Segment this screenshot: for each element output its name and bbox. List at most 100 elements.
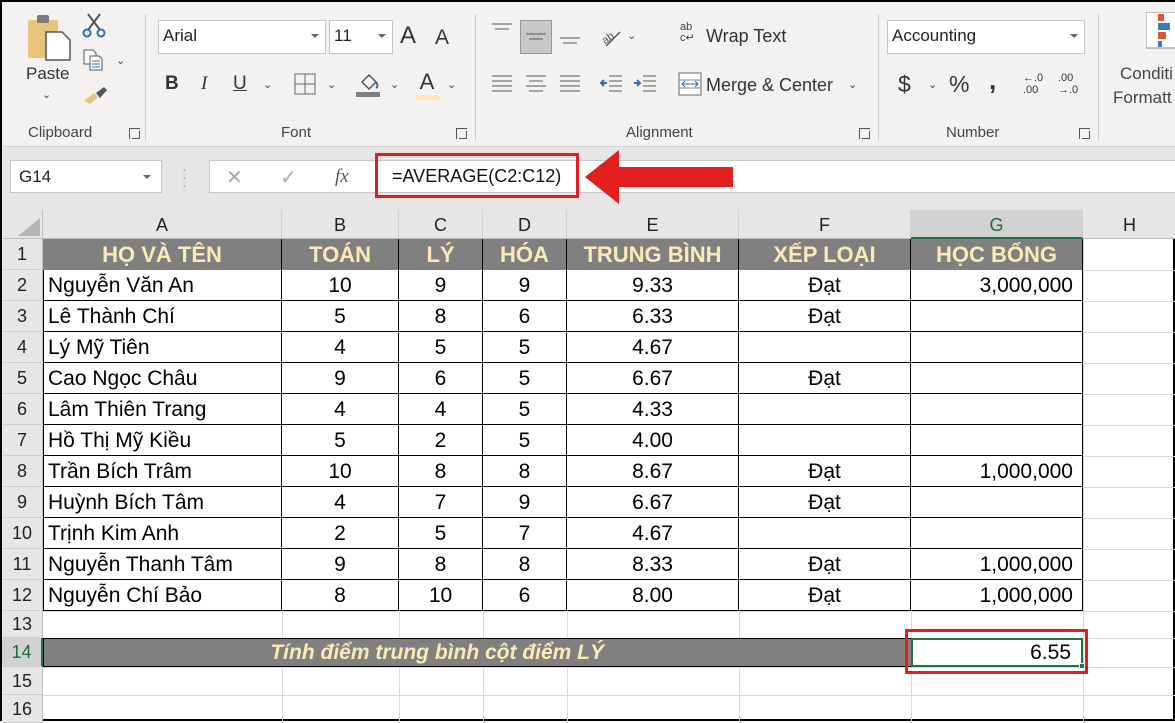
cell-F3[interactable]: Đạt [739,301,911,332]
cell-E11[interactable]: 8.33 [567,549,739,580]
cell-E12[interactable]: 8.00 [567,580,739,611]
cell-C3[interactable]: 8 [399,301,483,332]
cell-F4[interactable] [739,332,911,363]
cell-B11[interactable]: 9 [282,549,399,580]
percent-style-button[interactable]: % [949,72,969,96]
cell-E2[interactable]: 9.33 [567,270,739,301]
fill-color-icon[interactable] [356,70,382,98]
number-dialog-launcher[interactable] [1079,128,1090,139]
cancel-icon[interactable]: ✕ [226,165,243,190]
align-center-icon[interactable] [525,74,547,96]
cell-C6[interactable]: 4 [399,394,483,425]
number-format-select[interactable]: Accounting [887,20,1085,54]
cell-E9[interactable]: 6.67 [567,487,739,518]
accounting-dropdown-icon[interactable]: ⌄ [928,78,937,91]
cell-E7[interactable]: 4.00 [567,425,739,456]
cell-C12[interactable]: 10 [399,580,483,611]
font-dialog-launcher[interactable] [456,128,467,139]
copy-dropdown-icon[interactable]: ⌄ [116,54,125,67]
cell-B3[interactable]: 5 [282,301,399,332]
top-align-icon[interactable] [491,22,513,36]
alignment-dialog-launcher[interactable] [859,128,870,139]
bold-button[interactable]: B [165,72,179,96]
cell-G8[interactable]: 1,000,000 [911,456,1083,487]
enter-icon[interactable]: ✓ [280,165,297,190]
cell-B5[interactable]: 9 [282,363,399,394]
align-left-icon[interactable] [491,74,513,96]
table-header-cell[interactable]: TOÁN [282,239,399,270]
increase-decimal-button[interactable]: ←.0 .00 [1023,72,1053,96]
cell-C9[interactable]: 7 [399,487,483,518]
cut-icon[interactable] [82,12,106,38]
wrap-text-button[interactable]: ab c↵ Wrap Text [680,22,820,52]
increase-indent-icon[interactable] [633,74,657,96]
paste-button[interactable]: Paste ⌄ [20,10,80,106]
cell-E8[interactable]: 8.67 [567,456,739,487]
table-header-cell[interactable]: LÝ [399,239,483,270]
cell-F5[interactable]: Đạt [739,363,911,394]
middle-align-button[interactable] [520,20,552,54]
orientation-icon[interactable]: ab [600,26,622,48]
cell-A7[interactable]: Hồ Thị Mỹ Kiều [43,425,282,456]
font-name-select[interactable]: Arial [158,20,326,54]
clipboard-dialog-launcher[interactable] [129,128,140,139]
cell-F7[interactable] [739,425,911,456]
cell-G4[interactable] [911,332,1083,363]
cell-E3[interactable]: 6.33 [567,301,739,332]
borders-dropdown-icon[interactable]: ⌄ [327,78,336,91]
cell-A12[interactable]: Nguyễn Chí Bảo [43,580,282,611]
cell-G7[interactable] [911,425,1083,456]
row-header-14[interactable]: 14 [2,638,43,667]
cell-G11[interactable]: 1,000,000 [911,549,1083,580]
borders-icon[interactable] [294,73,316,95]
cell-F12[interactable]: Đạt [739,580,911,611]
cell-G6[interactable] [911,394,1083,425]
row-header-4[interactable]: 4 [2,332,43,363]
table-header-cell[interactable]: HỌC BỔNG [911,239,1083,270]
summary-label-cell[interactable]: Tính điểm trung bình cột điểm LÝ [43,638,911,667]
cell-B6[interactable]: 4 [282,394,399,425]
underline-button[interactable]: U [233,72,247,96]
column-header-C[interactable]: C [399,210,483,239]
comma-style-button[interactable]: , [989,67,996,93]
cell-F9[interactable]: Đạt [739,487,911,518]
row-header-16[interactable]: 16 [2,695,43,723]
cell-C2[interactable]: 9 [399,270,483,301]
row-header-7[interactable]: 7 [2,425,43,456]
cell-A9[interactable]: Huỳnh Bích Tâm [43,487,282,518]
cell-G3[interactable] [911,301,1083,332]
row-header-10[interactable]: 10 [2,518,43,549]
row-header-13[interactable]: 13 [2,611,43,638]
fill-color-dropdown-icon[interactable]: ⌄ [390,78,399,91]
cell-A5[interactable]: Cao Ngọc Châu [43,363,282,394]
table-header-cell[interactable]: HÓA [483,239,567,270]
row-header-2[interactable]: 2 [2,270,43,301]
cell-D6[interactable]: 5 [483,394,567,425]
cell-C10[interactable]: 5 [399,518,483,549]
cell-B4[interactable]: 4 [282,332,399,363]
align-right-icon[interactable] [559,74,581,96]
formula-text[interactable]: =AVERAGE(C2:C12) [392,166,561,186]
cell-A10[interactable]: Trịnh Kim Anh [43,518,282,549]
conditional-formatting-button[interactable]: Conditi Formatt [1110,10,1175,110]
cell-C4[interactable]: 5 [399,332,483,363]
cell-C5[interactable]: 6 [399,363,483,394]
column-header-F[interactable]: F [739,210,911,239]
column-header-G[interactable]: G [911,210,1083,239]
column-header-E[interactable]: E [567,210,739,239]
cell-D10[interactable]: 7 [483,518,567,549]
font-color-button[interactable]: A [415,70,439,100]
cell-E4[interactable]: 4.67 [567,332,739,363]
cell-B12[interactable]: 8 [282,580,399,611]
cell-A6[interactable]: Lâm Thiên Trang [43,394,282,425]
row-header-8[interactable]: 8 [2,456,43,487]
cell-C11[interactable]: 8 [399,549,483,580]
table-header-cell[interactable]: TRUNG BÌNH [567,239,739,270]
bottom-align-icon[interactable] [559,34,581,48]
cell-A11[interactable]: Nguyễn Thanh Tâm [43,549,282,580]
row-header-3[interactable]: 3 [2,301,43,332]
cell-B10[interactable]: 2 [282,518,399,549]
font-color-dropdown-icon[interactable]: ⌄ [447,78,456,91]
decrease-font-size-button[interactable]: A [435,26,449,50]
column-header-B[interactable]: B [282,210,399,239]
